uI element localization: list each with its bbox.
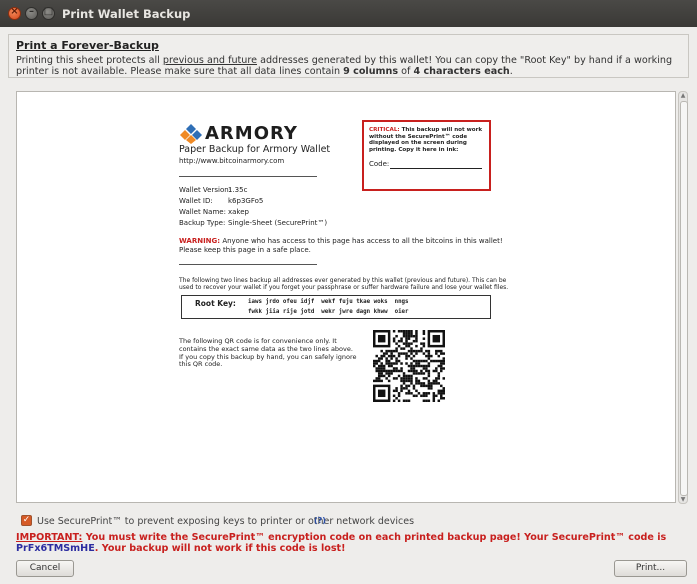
title-bar: × – □ Print Wallet Backup	[0, 0, 697, 27]
minimize-icon[interactable]: –	[25, 6, 38, 20]
field-value: Single-Sheet (SecurePrint™)	[228, 219, 328, 227]
info-heading: Print a Forever-Backup	[16, 39, 159, 52]
paper-url: http://www.bitcoinarmory.com	[179, 157, 285, 165]
secureprint-label[interactable]: Use SecurePrint™ to prevent exposing key…	[37, 516, 414, 527]
close-icon[interactable]: ×	[8, 6, 21, 20]
field-key: Wallet Name:	[179, 208, 226, 216]
field-value: k6p3GFo5	[228, 197, 264, 205]
scroll-down-icon[interactable]: ▼	[679, 496, 687, 503]
scrollbar[interactable]: ▲ ▼	[678, 91, 688, 504]
critical-text: CRITICAL: This backup will not work with…	[369, 127, 483, 153]
print-button[interactable]: Print...	[614, 560, 687, 577]
paper-title: Paper Backup for Armory Wallet	[179, 144, 331, 155]
info-text: Printing this sheet protects all previou…	[16, 55, 673, 77]
divider	[179, 176, 317, 177]
help-link[interactable]: (?)	[314, 516, 326, 525]
divider	[179, 264, 317, 265]
maximize-icon[interactable]: □	[42, 6, 55, 20]
scroll-thumb[interactable]	[680, 101, 688, 496]
qr-description: The following QR code is for convenience…	[179, 337, 357, 369]
field-key: Wallet ID:	[179, 197, 213, 205]
root-key-description: The following two lines backup all addre…	[179, 277, 509, 292]
window-title: Print Wallet Backup	[62, 7, 191, 21]
field-value: 1.35c	[228, 186, 248, 194]
qr-code	[373, 330, 445, 402]
root-key-label: Root Key:	[195, 299, 236, 308]
root-key-line: iaws jrdo ofeu idjf wekf fuju tkae woks …	[248, 299, 409, 305]
field-key: Backup Type:	[179, 219, 226, 227]
print-preview[interactable]: ARMORY Paper Backup for Armory Wallet ht…	[16, 91, 676, 503]
cancel-button[interactable]: Cancel	[16, 560, 74, 577]
secureprint-checkbox[interactable]: ✓	[21, 515, 32, 526]
important-notice: IMPORTANT: You must write the SecurePrin…	[16, 532, 667, 554]
warning-text: WARNING: Anyone who has access to this p…	[179, 237, 503, 254]
root-key-box: Root Key: iaws jrdo ofeu idjf wekf fuju …	[181, 295, 491, 319]
code-line	[390, 168, 482, 169]
field-key: Wallet Version:	[179, 186, 232, 194]
armory-logo-text: ARMORY	[205, 123, 298, 144]
field-value: xakep	[228, 208, 249, 216]
code-label: Code:	[369, 160, 390, 168]
critical-box: CRITICAL: This backup will not work with…	[362, 120, 491, 191]
scroll-up-icon[interactable]: ▲	[679, 92, 687, 99]
checkmark-icon: ✓	[22, 515, 31, 525]
armory-logo-icon	[180, 124, 202, 144]
root-key-line: fwkk jiia rije jotd wekr jwre dagn khww …	[248, 309, 409, 315]
